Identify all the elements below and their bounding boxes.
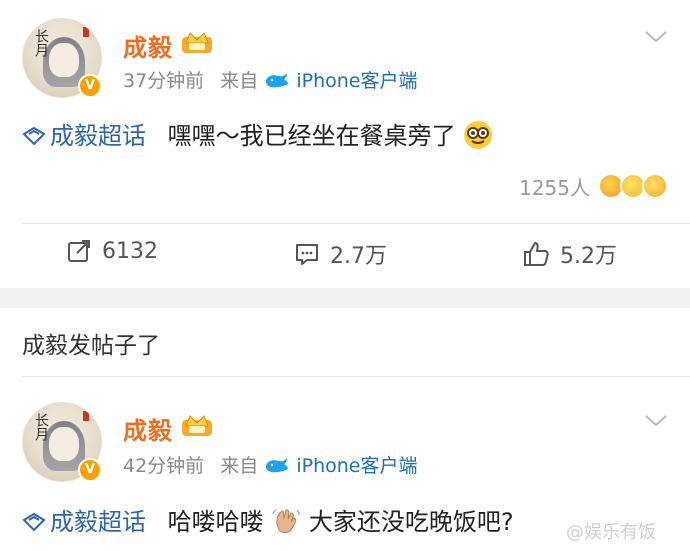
surprise-reaction-icon xyxy=(642,173,668,199)
super-topic-link[interactable]: 成毅超话 xyxy=(22,508,154,536)
comment-button[interactable]: 2.7万 xyxy=(294,238,387,270)
comment-count: 2.7万 xyxy=(330,244,387,269)
post-content: 成毅超话 嘿嘿～我已经坐在餐桌旁了 xyxy=(22,116,493,151)
watermark: @娱乐有饭 xyxy=(566,522,656,543)
chevron-down-icon[interactable] xyxy=(644,414,668,428)
feed-gap xyxy=(0,288,690,308)
post-text: 嘿嘿～我已经坐在餐桌旁了 xyxy=(167,122,456,150)
super-topic-label: 成毅超话 xyxy=(50,122,146,150)
reaction-summary[interactable]: 1255人 xyxy=(519,172,668,200)
share-button[interactable]: 6132 xyxy=(66,238,158,264)
author-name[interactable]: 成毅 xyxy=(123,28,173,63)
author-name[interactable]: 成毅 xyxy=(123,411,173,446)
nerd-face-emoji xyxy=(464,121,493,149)
section-title: 成毅发帖子了 xyxy=(22,333,160,359)
like-count: 5.2万 xyxy=(560,244,617,269)
verified-badge-icon: V xyxy=(78,74,102,98)
whale-icon xyxy=(266,458,289,473)
super-topic-label: 成毅超话 xyxy=(50,508,146,536)
source-link[interactable]: iPhone客户端 xyxy=(296,70,417,92)
action-bar: 6132 2.7万 5.2万 xyxy=(0,238,690,274)
section-divider xyxy=(22,376,690,377)
crown-badge-icon[interactable] xyxy=(180,412,214,438)
post-text-part-1: 哈喽哈喽 xyxy=(167,508,264,536)
like-button[interactable]: 5.2万 xyxy=(522,238,617,270)
like-icon xyxy=(524,242,549,266)
share-count: 6132 xyxy=(102,238,158,264)
super-topic-icon xyxy=(22,126,46,146)
chevron-down-icon[interactable] xyxy=(644,30,668,44)
post-content: 成毅超话 哈喽哈喽 大家还没吃晚饭吧? xyxy=(22,502,514,537)
super-topic-icon xyxy=(22,512,46,532)
super-topic-link[interactable]: 成毅超话 xyxy=(22,122,154,150)
reaction-count: 1255人 xyxy=(519,175,590,200)
verified-badge-icon: V xyxy=(78,458,102,482)
crown-badge-icon[interactable] xyxy=(180,29,214,55)
comment-icon xyxy=(296,244,318,265)
action-divider xyxy=(22,223,690,224)
whale-icon xyxy=(266,73,289,88)
source-prefix: 来自 xyxy=(220,70,259,92)
post-text-part-2: 大家还没吃晚饭吧? xyxy=(308,508,514,536)
post-meta: 42分钟前 来自 iPhone客户端 xyxy=(123,451,417,478)
post-meta: 37分钟前 来自 iPhone客户端 xyxy=(123,66,417,93)
waving-hand-emoji xyxy=(272,509,301,534)
share-icon xyxy=(68,240,90,262)
source-link[interactable]: iPhone客户端 xyxy=(296,455,417,477)
source-prefix: 来自 xyxy=(220,455,259,477)
post-time: 37分钟前 xyxy=(123,70,205,92)
post-card-1: 长月 V 成毅 37分钟前 来自 iPhone客户端 成毅超话 嘿嘿～我已经坐在… xyxy=(0,0,690,288)
post-time: 42分钟前 xyxy=(123,455,205,477)
